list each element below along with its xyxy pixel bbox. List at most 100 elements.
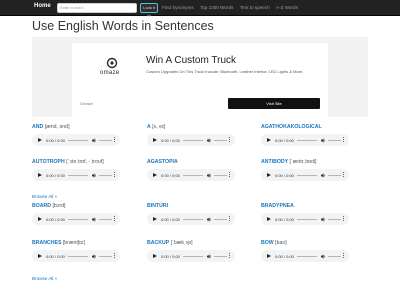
volume-slider[interactable] [99, 218, 112, 220]
volume-icon[interactable] [207, 216, 212, 222]
more-options-icon[interactable] [114, 172, 116, 178]
audio-player[interactable]: 0:00 / 0:00 [261, 134, 349, 146]
volume-slider[interactable] [214, 218, 227, 220]
volume-icon[interactable] [321, 216, 326, 222]
volume-icon[interactable] [207, 253, 212, 259]
play-icon[interactable] [38, 172, 42, 177]
play-icon[interactable] [267, 172, 271, 177]
audio-progress-track[interactable] [68, 174, 88, 176]
play-icon[interactable] [38, 253, 42, 258]
word-link[interactable]: AGASTOPIA [147, 159, 178, 165]
volume-icon[interactable] [321, 172, 326, 178]
play-icon[interactable] [38, 216, 42, 221]
search-input[interactable]: Enter a word [57, 3, 137, 13]
volume-slider[interactable] [99, 255, 112, 257]
play-icon[interactable] [153, 216, 157, 221]
volume-slider[interactable] [328, 139, 341, 141]
audio-player[interactable]: 0:00 / 0:00 [147, 213, 235, 225]
audio-progress-track[interactable] [183, 174, 203, 176]
word-link[interactable]: BRADYPNEA [261, 203, 294, 209]
volume-slider[interactable] [214, 174, 227, 176]
play-icon[interactable] [38, 137, 42, 142]
play-icon[interactable] [267, 253, 271, 258]
word-link[interactable]: BOW [261, 240, 274, 246]
more-options-icon[interactable] [114, 216, 116, 222]
audio-progress-track[interactable] [183, 139, 203, 141]
more-options-icon[interactable] [343, 253, 345, 259]
play-icon[interactable] [267, 216, 271, 221]
nav-link-a-z-words[interactable]: A-Z Words [276, 5, 298, 10]
volume-icon[interactable] [207, 172, 212, 178]
ad-headline[interactable]: Win A Custom Truck [146, 55, 236, 66]
more-options-icon[interactable] [114, 253, 116, 259]
audio-player[interactable]: 0:00 / 0:00 [32, 134, 120, 146]
browse-all-link[interactable]: Browse All » [32, 194, 57, 199]
audio-player[interactable]: 0:00 / 0:00 [261, 250, 349, 262]
audio-progress-track[interactable] [183, 255, 203, 257]
play-icon[interactable] [153, 253, 157, 258]
word-link[interactable]: BACKUP [147, 240, 169, 246]
browse-all-link[interactable]: Browse All » [32, 276, 57, 281]
volume-icon[interactable] [92, 253, 97, 259]
ad-visit-site-button[interactable]: Visit Site [228, 98, 320, 109]
audio-player[interactable]: 0:00 / 0:00 [261, 169, 349, 181]
audio-player[interactable]: 0:00 / 0:00 [32, 169, 120, 181]
audio-progress-track[interactable] [297, 174, 317, 176]
volume-icon[interactable] [92, 137, 97, 143]
more-options-icon[interactable] [229, 172, 231, 178]
word-link[interactable]: AUTOTROPH [32, 159, 65, 165]
audio-progress-track[interactable] [183, 218, 203, 220]
audio-player[interactable]: 0:00 / 0:00 [147, 134, 235, 146]
volume-icon[interactable] [321, 253, 326, 259]
word-ipa: [bɔrd] [52, 203, 66, 209]
audio-player[interactable]: 0:00 / 0:00 [147, 250, 235, 262]
more-options-icon[interactable] [343, 137, 345, 143]
word-link[interactable]: AND [32, 124, 43, 130]
word-link[interactable]: BINTURI [147, 203, 168, 209]
more-options-icon[interactable] [229, 216, 231, 222]
audio-progress-track[interactable] [297, 139, 317, 141]
volume-slider[interactable] [99, 139, 112, 141]
word-link[interactable]: ANTIBODY [261, 159, 288, 165]
play-icon[interactable] [153, 137, 157, 142]
audio-player[interactable]: 0:00 / 0:00 [32, 250, 120, 262]
audio-player[interactable]: 0:00 / 0:00 [261, 213, 349, 225]
more-options-icon[interactable] [229, 253, 231, 259]
audio-time: 0:00 / 0:00 [275, 172, 294, 178]
volume-slider[interactable] [328, 255, 341, 257]
word-link[interactable]: BOARD [32, 203, 51, 209]
volume-slider[interactable] [214, 255, 227, 257]
play-icon[interactable] [153, 172, 157, 177]
more-options-icon[interactable] [229, 137, 231, 143]
word-link[interactable]: A [147, 124, 151, 130]
play-icon[interactable] [267, 137, 271, 142]
audio-progress-track[interactable] [297, 218, 317, 220]
search-button[interactable]: Look it up [140, 3, 158, 18]
more-options-icon[interactable] [114, 137, 116, 143]
nav-link-find-synonyms[interactable]: Find Synonyms [162, 5, 194, 10]
more-options-icon[interactable] [343, 172, 345, 178]
volume-icon[interactable] [207, 137, 212, 143]
volume-slider[interactable] [328, 218, 341, 220]
nav-link-top-1000-words[interactable]: Top 1000 Words [200, 5, 233, 10]
volume-slider[interactable] [99, 174, 112, 176]
volume-slider[interactable] [214, 139, 227, 141]
audio-progress-track[interactable] [297, 255, 317, 257]
word-link[interactable]: BRANCHES [32, 240, 61, 246]
top-navbar: Home Enter a word Look it up Find Synony… [0, 0, 400, 18]
audio-progress-track[interactable] [68, 218, 88, 220]
more-options-icon[interactable] [343, 216, 345, 222]
volume-slider[interactable] [328, 174, 341, 176]
audio-progress-track[interactable] [68, 139, 88, 141]
audio-player[interactable]: 0:00 / 0:00 [32, 213, 120, 225]
volume-icon[interactable] [92, 216, 97, 222]
word-link[interactable]: AGATHOKAKOLOGICAL [261, 124, 322, 130]
nav-link-text-to-speech[interactable]: Text to speech [240, 5, 270, 10]
audio-time: 0:00 / 0:00 [46, 216, 65, 222]
audio-player[interactable]: 0:00 / 0:00 [147, 169, 235, 181]
ad-card[interactable]: omaze Win A Custom Truck Custom Upgrades… [72, 43, 328, 117]
volume-icon[interactable] [321, 137, 326, 143]
volume-icon[interactable] [92, 172, 97, 178]
nav-home-link[interactable]: Home [34, 3, 51, 9]
audio-progress-track[interactable] [68, 255, 88, 257]
